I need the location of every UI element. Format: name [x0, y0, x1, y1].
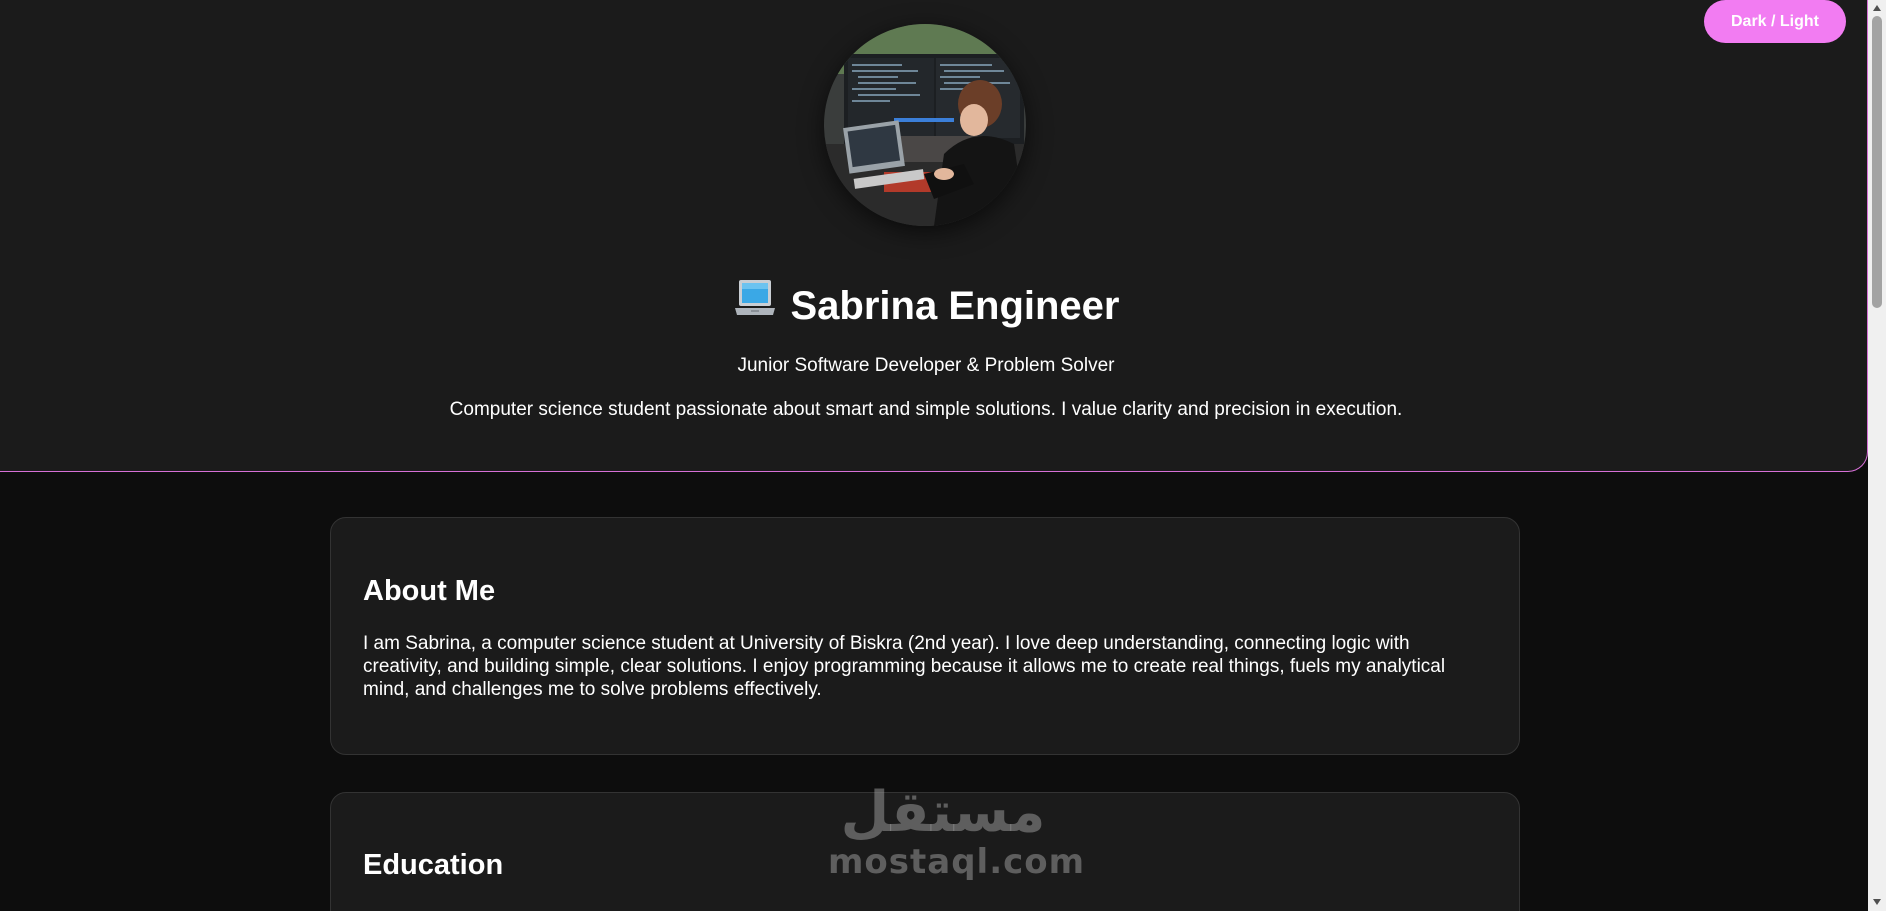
about-text: I am Sabrina, a computer science student…	[363, 633, 1446, 700]
profile-subtitle: Junior Software Developer & Problem Solv…	[737, 355, 1115, 376]
hero-header: Sabrina Engineer Junior Software Develop…	[0, 0, 1868, 472]
scroll-thumb[interactable]	[1872, 16, 1882, 308]
profile-photo	[824, 24, 1026, 226]
theme-toggle-button[interactable]: Dark / Light	[1704, 0, 1846, 43]
laptop-icon	[733, 277, 777, 333]
profile-name-row: Sabrina Engineer	[0, 278, 1852, 334]
profile-tagline: Computer science student passionate abou…	[449, 399, 1403, 420]
about-heading: About Me	[363, 575, 496, 607]
profile-avatar	[824, 24, 1026, 226]
education-card: Education	[330, 792, 1520, 911]
about-card: About Me I am Sabrina, a computer scienc…	[330, 517, 1520, 755]
scroll-up-arrow-icon[interactable]	[1873, 5, 1881, 11]
profile-name: Sabrina Engineer	[790, 284, 1120, 328]
portfolio-page: Sabrina Engineer Junior Software Develop…	[0, 0, 1868, 911]
education-heading: Education	[363, 849, 504, 881]
scroll-down-arrow-icon[interactable]	[1873, 899, 1881, 905]
viewport: Sabrina Engineer Junior Software Develop…	[0, 0, 1886, 911]
vertical-scrollbar[interactable]	[1868, 0, 1886, 911]
